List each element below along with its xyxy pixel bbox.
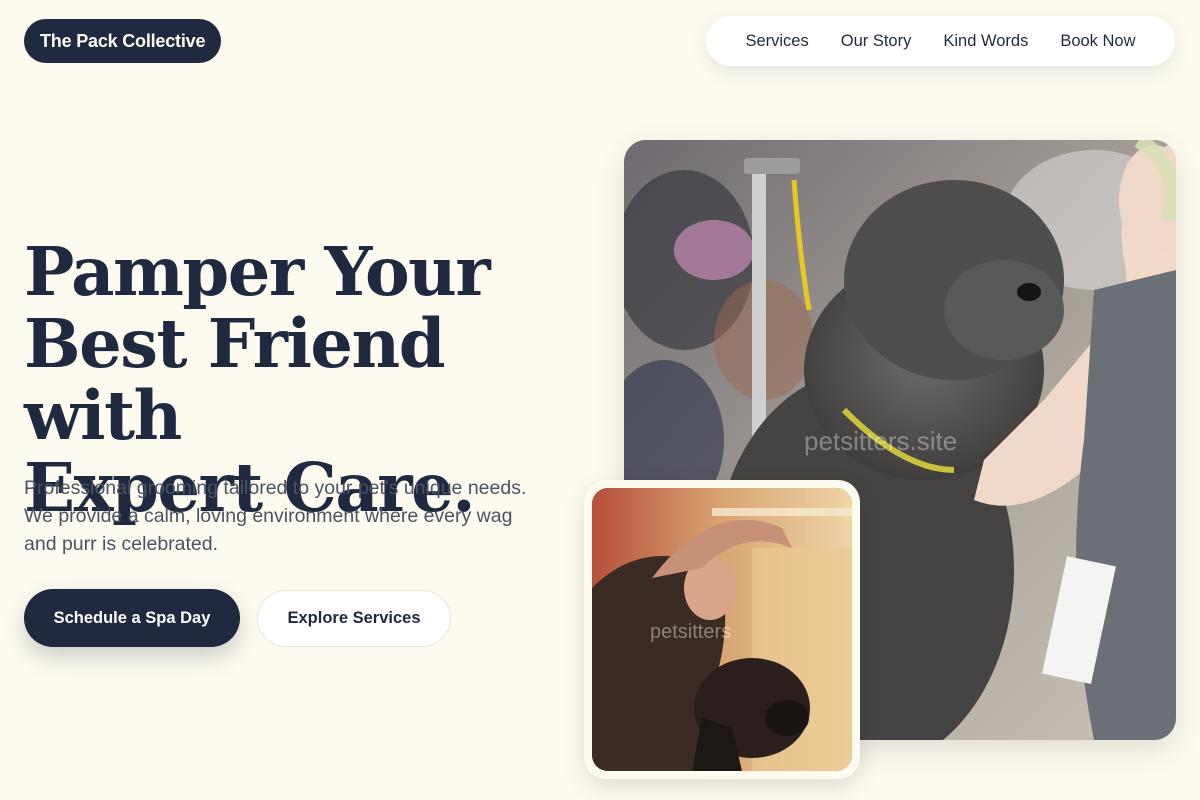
nav-item-kind-words[interactable]: Kind Words xyxy=(927,32,1044,51)
watermark-text-main: petsitters.site xyxy=(804,426,957,456)
hero-subtext: Professional grooming tailored to your p… xyxy=(24,477,527,555)
secondary-photo-frame: petsitters xyxy=(584,480,860,779)
nav-item-services[interactable]: Services xyxy=(729,32,824,51)
secondary-photo-groomer: petsitters xyxy=(592,488,852,771)
main-nav: Services Our Story Kind Words Book Now xyxy=(706,16,1175,66)
explore-services-button[interactable]: Explore Services xyxy=(257,590,451,647)
headline-line-2: Best Friend with xyxy=(24,304,446,455)
schedule-spa-day-button[interactable]: Schedule a Spa Day xyxy=(24,589,240,647)
headline-line-1: Pamper Your xyxy=(24,232,491,311)
watermark-text-small: petsitters xyxy=(650,621,731,643)
nav-item-our-story[interactable]: Our Story xyxy=(825,32,928,51)
brand-logo[interactable]: The Pack Collective xyxy=(24,19,222,63)
nav-item-book-now[interactable]: Book Now xyxy=(1044,32,1151,51)
